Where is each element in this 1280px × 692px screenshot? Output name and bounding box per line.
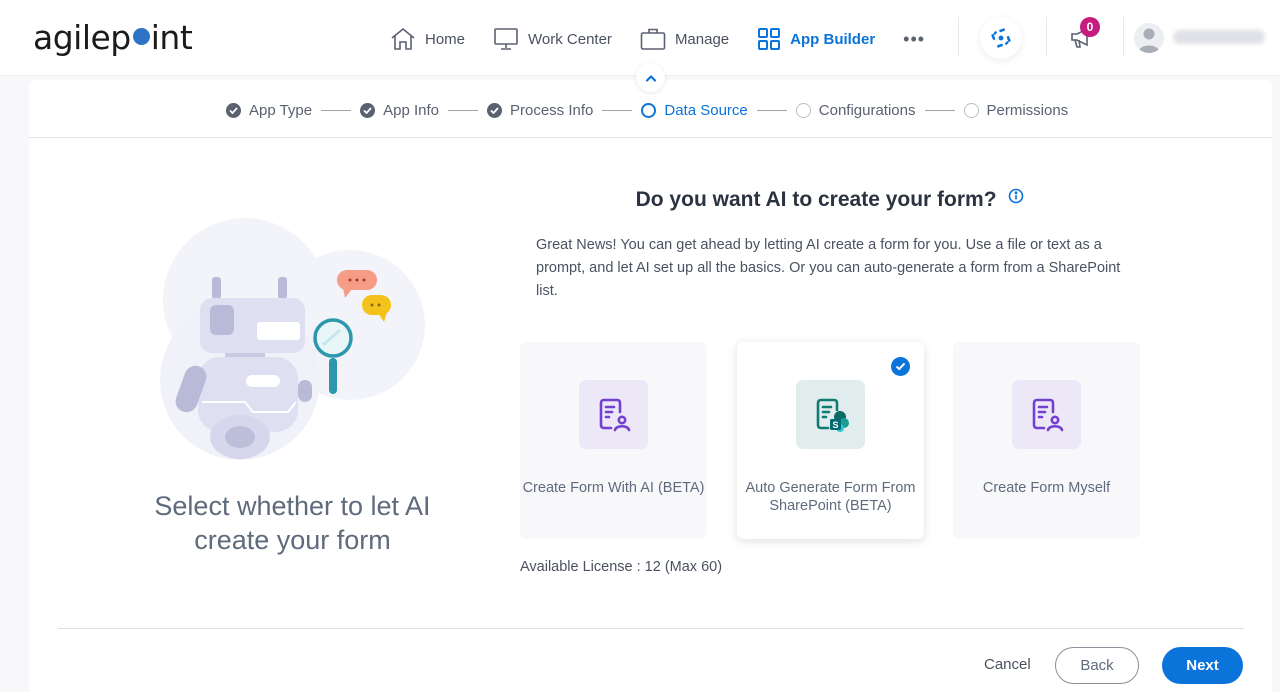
user-name-blurred[interactable] <box>1173 30 1265 44</box>
agilepoint-logo[interactable]: agilep int <box>33 16 193 60</box>
divider <box>58 628 1244 629</box>
divider <box>1046 17 1047 57</box>
monitor-icon <box>494 28 518 50</box>
main-nav: Home Work Center Manage App Builder ••• <box>390 24 925 54</box>
step-label: Permissions <box>986 101 1069 119</box>
step-data-source[interactable]: Data Source <box>641 101 748 119</box>
option-card-create-form-myself[interactable]: Create Form Myself <box>953 342 1140 539</box>
logo-text-prefix: agilep <box>33 18 131 57</box>
step-configurations[interactable]: Configurations <box>795 101 916 119</box>
option-card-create-form-with-ai[interactable]: Create Form With AI (BETA) <box>520 342 707 539</box>
nav-label: Work Center <box>528 30 612 48</box>
step-connector <box>756 109 787 111</box>
nav-item-manage[interactable]: Manage <box>640 27 729 51</box>
grid-icon <box>758 28 781 50</box>
step-connector <box>924 109 955 111</box>
back-button[interactable]: Back <box>1055 647 1139 684</box>
divider <box>29 137 1272 138</box>
step-label: Configurations <box>818 101 916 119</box>
step-app-info[interactable]: App Info <box>360 102 439 119</box>
notification-count-badge: 0 <box>1080 17 1100 37</box>
nav-label: App Builder <box>790 30 876 48</box>
svg-text:S: S <box>832 420 838 430</box>
description-text: Great News! You can get ahead by letting… <box>536 237 1121 299</box>
nav-item-work-center[interactable]: Work Center <box>493 27 612 51</box>
selected-check-icon <box>891 357 910 376</box>
divider <box>1123 17 1124 57</box>
user-avatar[interactable] <box>1134 23 1164 53</box>
more-menu-button[interactable]: ••• <box>903 29 925 50</box>
form-user-icon <box>1032 398 1063 431</box>
cancel-button[interactable]: Cancel <box>984 656 1031 673</box>
step-permissions[interactable]: Permissions <box>963 101 1069 119</box>
nav-item-home[interactable]: Home <box>390 27 465 51</box>
step-app-type[interactable]: App Type <box>226 102 312 119</box>
form-sharepoint-icon: S <box>816 398 849 432</box>
briefcase-icon <box>640 28 666 50</box>
question-text: Do you want AI to create your form? <box>635 188 997 211</box>
check-circle-icon <box>360 102 376 118</box>
collapse-header-button[interactable] <box>636 63 665 92</box>
option-icon-box: S <box>796 380 865 449</box>
nav-label: Manage <box>674 30 730 48</box>
top-navigation-bar: agilep int Home Work Center Manage App Bu… <box>0 0 1280 76</box>
empty-circle-icon <box>795 102 811 118</box>
page-question-title: Do you want AI to create your form? <box>520 188 1140 212</box>
ai-pinwheel-icon <box>991 28 1011 48</box>
option-label: Auto Generate Form From SharePoint (BETA… <box>745 480 916 514</box>
info-icon[interactable] <box>1008 186 1024 210</box>
ai-assistant-button[interactable] <box>980 17 1022 59</box>
home-icon <box>391 27 415 50</box>
step-connector <box>321 109 352 111</box>
next-button[interactable]: Next <box>1162 647 1243 684</box>
step-connector <box>602 109 633 111</box>
step-label: App Type <box>249 101 313 119</box>
user-icon <box>1138 28 1160 53</box>
option-label: Create Form With AI (BETA) <box>522 480 705 496</box>
robot-illustration <box>160 218 425 460</box>
available-license-text: Available License : 12 (Max 60) <box>520 559 723 575</box>
nav-label: Home <box>425 30 466 48</box>
wizard-stepper: App Type App Info Process Info Data Sour… <box>226 98 1068 122</box>
left-caption: Select whether to let AI create your for… <box>154 491 431 555</box>
form-user-icon <box>599 398 630 431</box>
current-step-circle-icon <box>641 102 657 118</box>
nav-item-app-builder[interactable]: App Builder <box>757 27 875 51</box>
option-icon-box <box>1012 380 1081 449</box>
option-icon-box <box>579 380 648 449</box>
divider <box>958 17 959 57</box>
check-circle-icon <box>226 102 241 118</box>
logo-text-suffix: int <box>150 18 193 57</box>
chevron-up-icon <box>645 74 656 82</box>
option-card-auto-generate-sharepoint[interactable]: S Auto Generate Form From SharePoint (BE… <box>737 342 924 539</box>
option-label: Create Form Myself <box>982 480 1111 496</box>
step-label: App Info <box>383 101 439 119</box>
step-label: Process Info <box>510 101 594 119</box>
logo-dot <box>132 28 150 45</box>
check-circle-icon <box>487 102 502 118</box>
step-label: Data Source <box>664 101 748 119</box>
step-process-info[interactable]: Process Info <box>487 102 593 119</box>
empty-circle-icon <box>963 102 979 118</box>
step-connector <box>448 109 478 111</box>
